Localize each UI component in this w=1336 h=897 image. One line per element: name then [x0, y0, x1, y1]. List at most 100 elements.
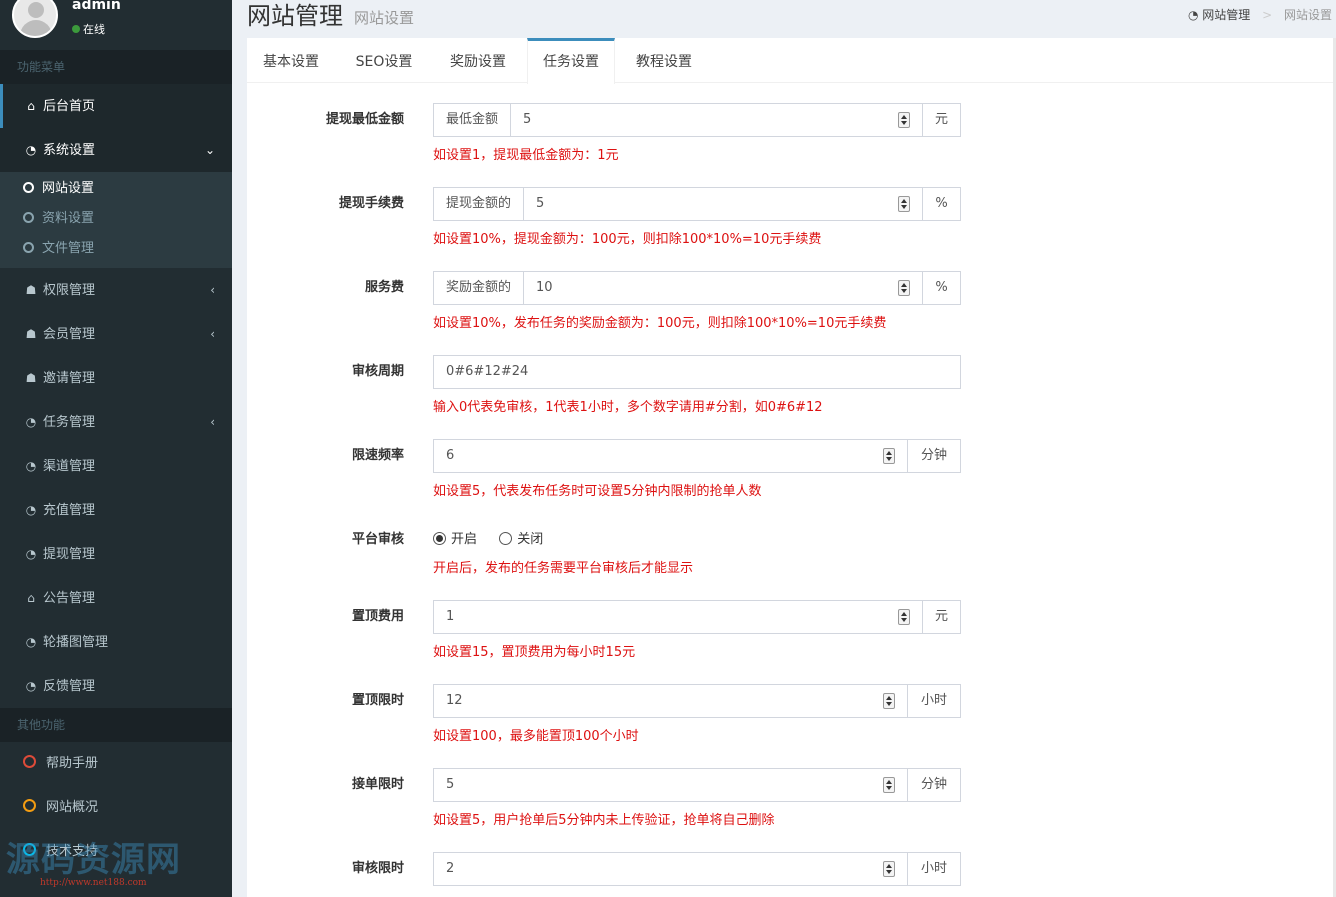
watermark-url: http://www.net188.com	[40, 878, 147, 888]
input-prefix: 奖励金额的	[434, 272, 525, 304]
submenu-system-settings: 网站设置 资料设置 文件管理	[0, 172, 232, 268]
sidebar-item-label: 权限管理	[43, 283, 96, 298]
input-group: 奖励金额的 10 %	[433, 271, 961, 305]
dashboard-icon: ◔	[25, 415, 37, 429]
radio-off-label[interactable]: 关闭	[517, 532, 543, 547]
user-name: admin	[72, 0, 121, 13]
submenu-item-file-management[interactable]: 文件管理	[0, 234, 232, 264]
sidebar-item-feedback[interactable]: ◔ 反馈管理	[0, 664, 232, 708]
sidebar-item-label: 会员管理	[43, 327, 96, 342]
input-suffix: 小时	[907, 685, 960, 717]
review-time-limit-input[interactable]: 2	[434, 853, 907, 885]
rate-limit-input[interactable]: 6	[434, 440, 907, 472]
sidebar-item-label: 公告管理	[43, 591, 96, 606]
help-text: 如设置1，提现最低金额为：1元	[433, 148, 619, 163]
sidebar-item-system-settings[interactable]: ◔ 系统设置 ⌄	[0, 128, 232, 172]
service-fee-input[interactable]: 10	[524, 272, 922, 304]
tab-basic[interactable]: 基本设置	[247, 38, 335, 83]
radio-on-label[interactable]: 开启	[451, 532, 477, 547]
sidebar-item-withdraw[interactable]: ◔ 提现管理	[0, 532, 232, 576]
submenu-item-site-settings[interactable]: 网站设置	[0, 174, 232, 204]
sidebar-item-members[interactable]: ☗ 会员管理 ‹	[0, 312, 232, 356]
chevron-left-icon: ‹	[210, 327, 215, 341]
sidebar-item-recharge[interactable]: ◔ 充值管理	[0, 488, 232, 532]
withdraw-fee-input[interactable]: 5	[524, 188, 922, 220]
chevron-down-icon: ⌄	[204, 143, 215, 157]
tab-tutorial[interactable]: 教程设置	[620, 38, 708, 83]
input-suffix: 元	[922, 104, 960, 136]
help-text: 如设置5，代表发布任务时可设置5分钟内限制的抢单人数	[433, 484, 762, 499]
dashboard-icon: ◔	[25, 635, 37, 649]
circle-icon	[23, 799, 36, 812]
review-cycle-input[interactable]: 0#6#12#24	[434, 356, 960, 388]
input-prefix: 最低金额	[434, 104, 512, 136]
sidebar-item-tasks[interactable]: ◔ 任务管理 ‹	[0, 400, 232, 444]
menu-header-main: 功能菜单	[0, 50, 232, 84]
users-icon: ☗	[25, 371, 37, 385]
field-label: 提现最低金额	[325, 112, 404, 127]
dashboard-icon: ◔	[25, 679, 37, 693]
sidebar-item-permissions[interactable]: ☗ 权限管理 ‹	[0, 268, 232, 312]
submenu-item-profile-settings[interactable]: 资料设置	[0, 204, 232, 234]
radio-group: 开启 关闭	[433, 523, 543, 557]
dashboard-icon: ◔	[25, 459, 37, 473]
tab-bar: 基本设置 SEO设置 奖励设置 任务设置 教程设置	[247, 38, 1336, 84]
tab-seo[interactable]: SEO设置	[340, 38, 428, 83]
field-label: 提现手续费	[338, 196, 404, 211]
sidebar-item-invites[interactable]: ☗ 邀请管理	[0, 356, 232, 400]
input-suffix: %	[922, 272, 960, 304]
top-time-limit-input[interactable]: 12	[434, 685, 907, 717]
sidebar-item-channels[interactable]: ◔ 渠道管理	[0, 444, 232, 488]
home-icon: ⌂	[27, 591, 35, 605]
tab-tasks[interactable]: 任务设置	[527, 38, 615, 84]
dashboard-icon: ◔	[1187, 8, 1199, 22]
circle-icon	[23, 755, 36, 768]
sidebar-item-label: 反馈管理	[43, 679, 96, 694]
spinner-icon[interactable]	[898, 280, 910, 296]
min-withdraw-input[interactable]: 5	[511, 104, 922, 136]
spinner-icon[interactable]	[883, 448, 895, 464]
sidebar-item-home[interactable]: ⌂ 后台首页	[0, 84, 232, 128]
sidebar-item-label: 邀请管理	[43, 371, 96, 386]
field-label: 审核周期	[351, 364, 404, 379]
spinner-icon[interactable]	[898, 112, 910, 128]
input-suffix: 分钟	[907, 769, 960, 801]
field-label: 服务费	[364, 280, 404, 295]
spinner-icon[interactable]	[898, 609, 910, 625]
help-text: 如设置5，用户抢单后5分钟内未上传验证，抢单将自己删除	[433, 813, 775, 828]
help-text: 如设置10%，发布任务的奖励金额为：100元，则扣除100*10%=10元手续费	[433, 316, 887, 331]
sidebar-item-overview[interactable]: 网站概况	[0, 786, 232, 830]
page-title: 网站管理	[247, 2, 343, 30]
menu-header-other: 其他功能	[0, 708, 232, 742]
input-suffix: %	[922, 188, 960, 220]
spinner-icon[interactable]	[898, 196, 910, 212]
spinner-icon[interactable]	[883, 777, 895, 793]
watermark: 源码资源网	[6, 840, 181, 880]
sidebar-item-help[interactable]: 帮助手册	[0, 742, 232, 786]
input-prefix: 提现金额的	[434, 188, 525, 220]
user-panel: admin 在线	[0, 0, 232, 50]
spinner-icon[interactable]	[883, 693, 895, 709]
sidebar-item-label: 渠道管理	[43, 459, 96, 474]
dashboard-icon: ◔	[25, 547, 37, 561]
breadcrumb-separator: >	[1262, 8, 1273, 22]
radio-off[interactable]	[499, 532, 513, 545]
tab-rewards[interactable]: 奖励设置	[434, 38, 522, 83]
input-group: 最低金额 5 元	[433, 103, 961, 137]
sidebar-item-label: 后台首页	[43, 99, 96, 114]
accept-time-limit-input[interactable]: 5	[434, 769, 907, 801]
circle-icon	[23, 212, 34, 223]
field-label: 置顶限时	[351, 693, 404, 708]
top-fee-input[interactable]: 1	[434, 601, 922, 633]
field-label: 限速频率	[351, 448, 404, 463]
radio-on[interactable]	[433, 532, 446, 545]
users-icon: ☗	[25, 327, 37, 341]
input-group: 提现金额的 5 %	[433, 187, 961, 221]
breadcrumb-home[interactable]: 网站管理	[1202, 8, 1250, 22]
input-suffix: 小时	[907, 853, 960, 885]
spinner-icon[interactable]	[883, 861, 895, 877]
circle-icon	[23, 242, 34, 253]
sidebar-item-announcements[interactable]: ⌂ 公告管理	[0, 576, 232, 620]
sidebar-item-label: 提现管理	[43, 547, 96, 562]
sidebar-item-carousel[interactable]: ◔ 轮播图管理	[0, 620, 232, 664]
